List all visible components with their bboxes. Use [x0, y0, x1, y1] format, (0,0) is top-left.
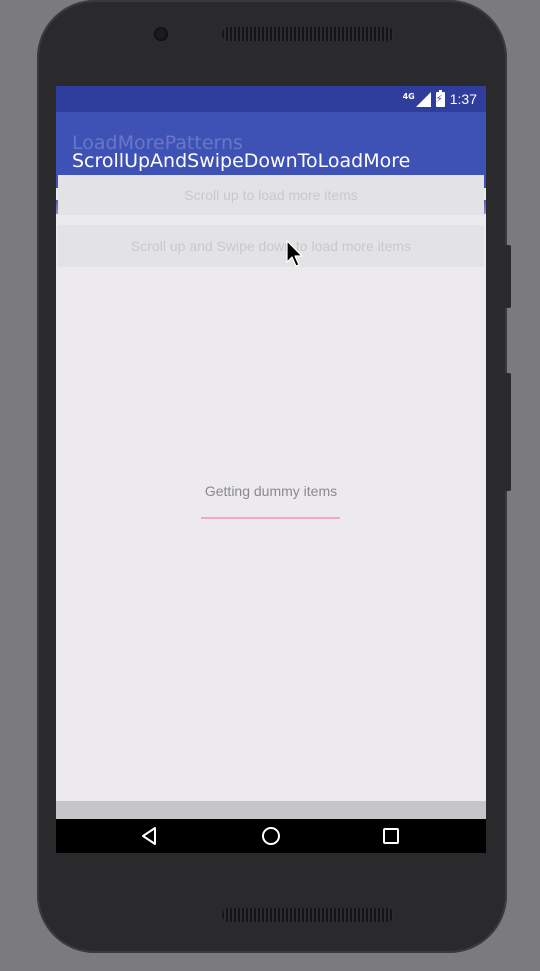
list-item-label: Scroll up to load more items [184, 187, 358, 203]
home-button[interactable] [241, 819, 301, 853]
mouse-cursor-icon [286, 240, 303, 267]
network-type: 4G [402, 91, 415, 101]
power-button [505, 373, 511, 491]
app-screen: 4G 1:37 LoadMorePatterns ScrollUpAndSwip… [56, 86, 486, 853]
bottom-strip [56, 801, 486, 819]
loading-progress-fill [201, 517, 340, 519]
status-bar: 4G 1:37 [56, 86, 486, 112]
list-item[interactable]: Scroll up to load more items [58, 175, 484, 215]
bottom-speaker [222, 908, 394, 922]
back-icon [142, 827, 156, 845]
signal-icon [415, 91, 431, 107]
top-speaker [222, 27, 394, 41]
status-time: 1:37 [449, 91, 477, 107]
list-item[interactable]: Scroll up and Swipe down to load more it… [58, 225, 484, 267]
recents-icon [383, 828, 399, 844]
volume-button [505, 245, 511, 308]
home-icon [262, 827, 280, 845]
loading-message: Getting dummy items [204, 483, 338, 499]
page-title: ScrollUpAndSwipeDownToLoadMore [72, 150, 411, 172]
recents-button[interactable] [361, 819, 421, 853]
loading-progress-bar [201, 517, 340, 519]
battery-charging-icon [435, 89, 445, 107]
front-camera [154, 27, 168, 41]
list-item-label: Scroll up and Swipe down to load more it… [130, 238, 412, 254]
navigation-bar [56, 819, 486, 853]
back-button[interactable] [120, 819, 180, 853]
